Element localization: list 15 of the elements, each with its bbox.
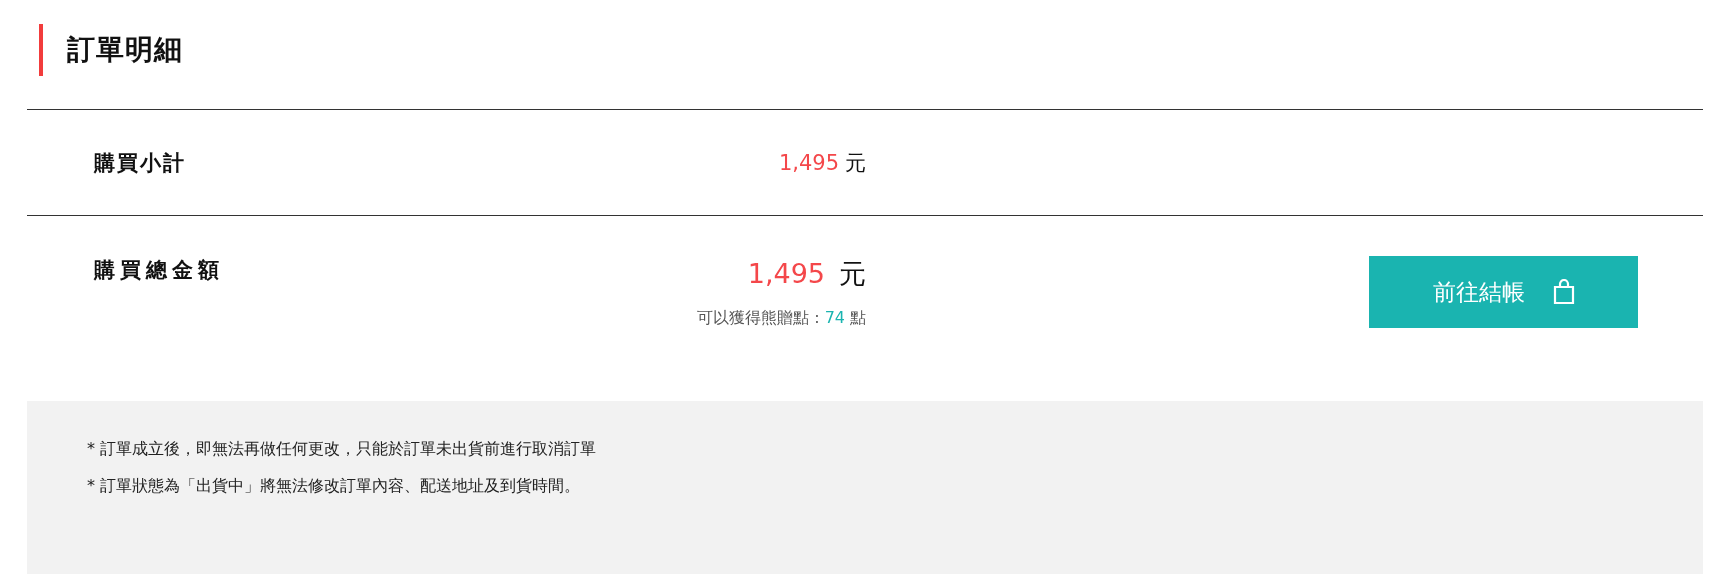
- subtotal-label: 購買小計: [94, 149, 187, 177]
- currency-unit: 元: [839, 258, 866, 289]
- points-unit: 點: [850, 308, 866, 327]
- note-text: * 訂單狀態為「出貨中」將無法修改訂單內容、配送地址及到貨時間。: [87, 476, 582, 497]
- total-amount: 1,495: [747, 258, 825, 289]
- points-label: 可以獲得熊贈點 :: [697, 308, 820, 327]
- points-value: 74: [824, 308, 845, 327]
- note-text: * 訂單成立後，即無法再做任何更改，只能於訂單未出貨前進行取消訂單: [87, 439, 598, 460]
- checkout-button[interactable]: 前往結帳: [1369, 256, 1638, 328]
- total-label: 購買總金額: [94, 257, 225, 284]
- subtotal-amount: 1,495: [778, 150, 839, 175]
- currency-unit: 元: [845, 150, 866, 175]
- heading-accent-bar: [39, 23, 43, 76]
- section-title: 訂單明細: [67, 31, 183, 68]
- shopping-bag-icon: [1552, 279, 1575, 305]
